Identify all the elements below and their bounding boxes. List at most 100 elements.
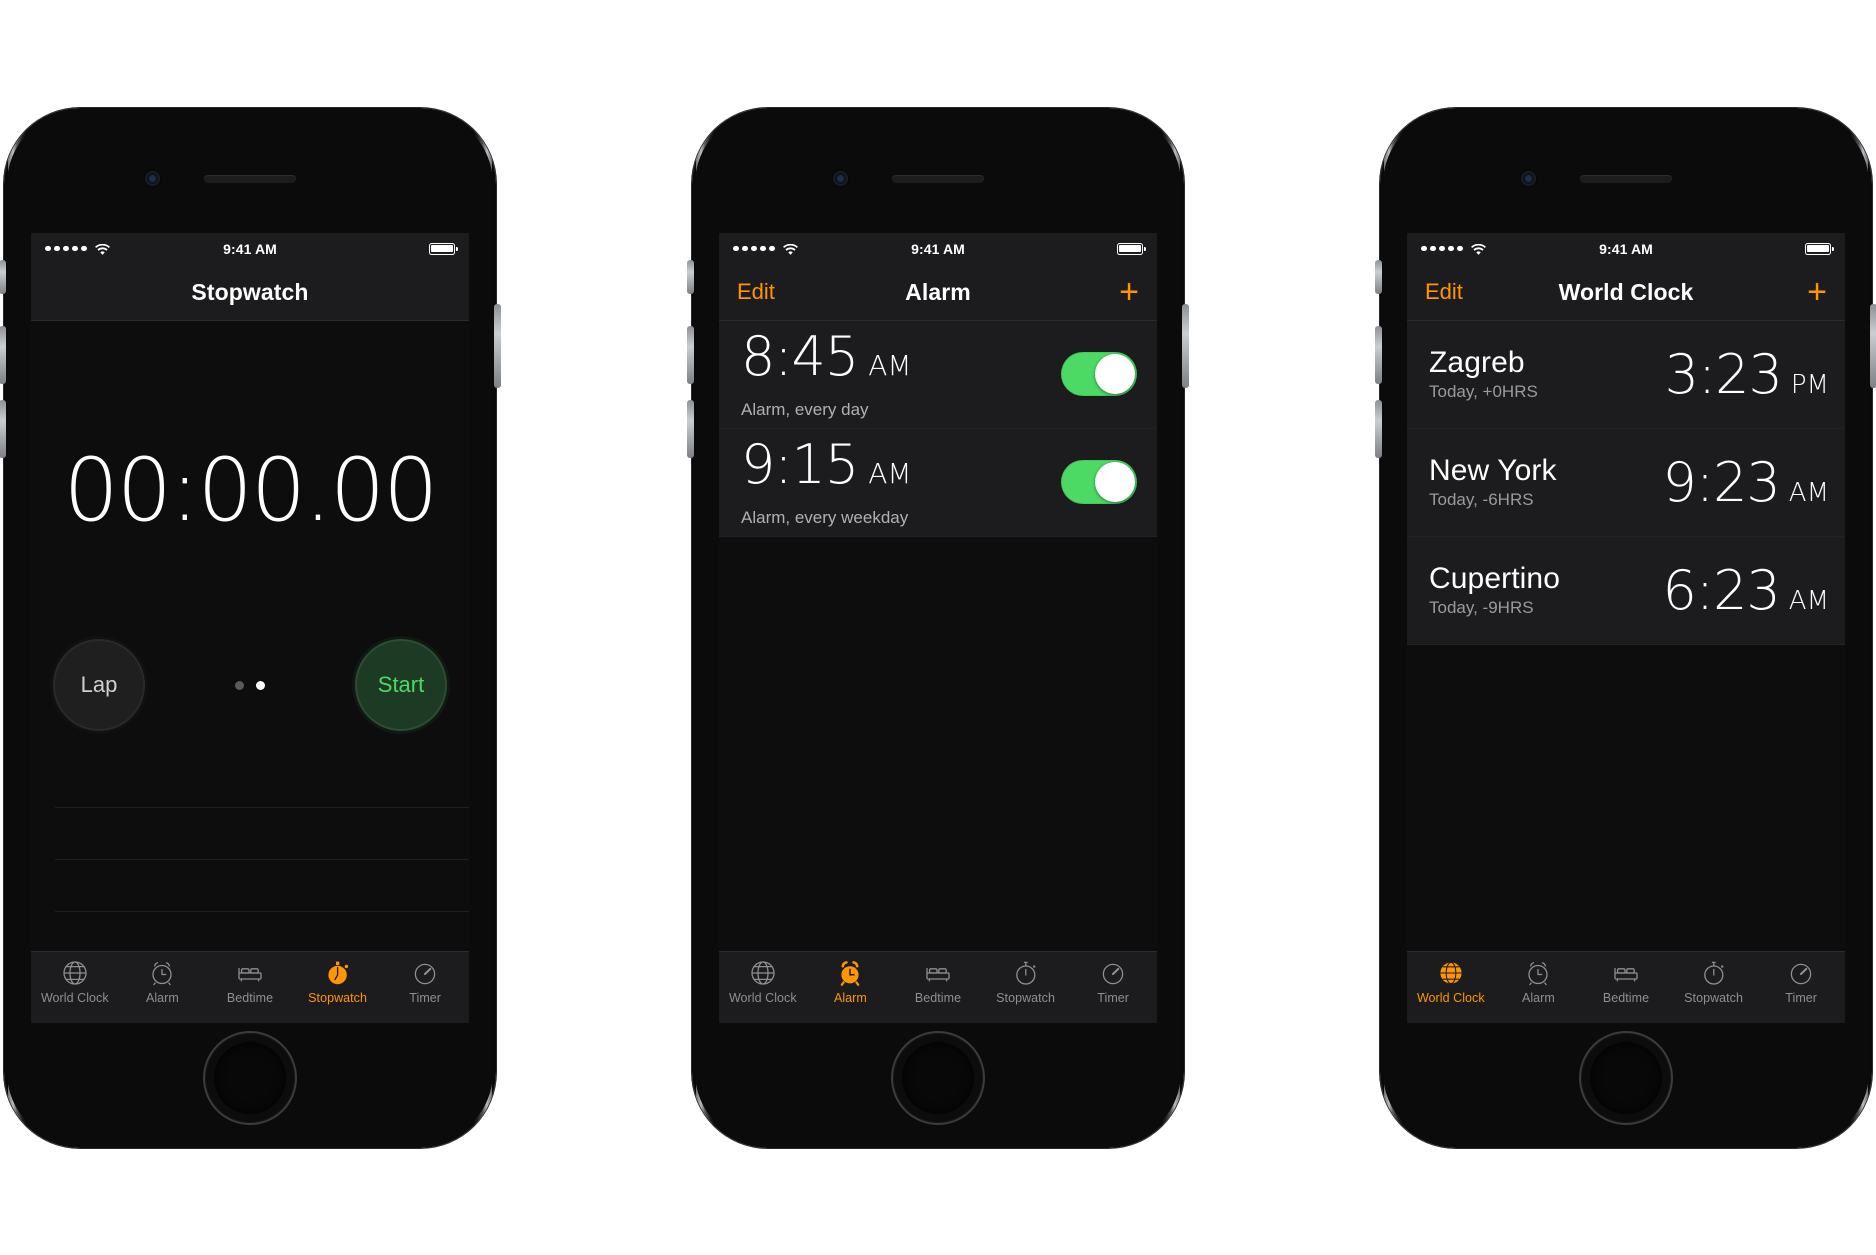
tab-bar: World Clock Alarm Bedtime Stopwatch Time… — [719, 950, 1157, 1023]
page-dot-2[interactable] — [256, 680, 265, 690]
volume-up-button[interactable] — [687, 325, 694, 384]
timer-icon — [410, 958, 440, 988]
tab-timer[interactable]: Timer — [1757, 958, 1845, 1005]
tab-stopwatch[interactable]: Stopwatch — [294, 958, 382, 1005]
home-button[interactable] — [205, 1032, 295, 1123]
tab-world-clock[interactable]: World Clock — [31, 958, 119, 1005]
alarm-toggle[interactable] — [1061, 352, 1137, 396]
alarm-toggle[interactable] — [1061, 460, 1137, 504]
mute-switch[interactable] — [0, 259, 6, 294]
tab-label: Timer — [1785, 990, 1818, 1005]
battery-icon — [1805, 242, 1834, 255]
timer-icon — [1098, 958, 1128, 988]
status-bar-clock: 9:41 AM — [223, 240, 277, 257]
tab-world-clock[interactable]: World Clock — [719, 958, 807, 1005]
toggle-knob — [1095, 354, 1135, 394]
edit-button[interactable]: Edit — [737, 279, 775, 305]
bed-icon — [235, 958, 265, 988]
tab-stopwatch[interactable]: Stopwatch — [982, 958, 1070, 1005]
timer-icon — [1786, 958, 1816, 988]
screen-world-clock: 9:41 AM Edit World Clock + Zagreb Today,… — [1407, 232, 1845, 1023]
world-clock-row[interactable]: Cupertino Today, -9HRS 6:23 AM — [1407, 536, 1845, 645]
city-name: Zagreb — [1429, 346, 1525, 379]
volume-down-button[interactable] — [1375, 399, 1382, 458]
power-button[interactable] — [1870, 303, 1876, 388]
alarm-row[interactable]: 9:15 AM Alarm, every weekday — [719, 428, 1157, 537]
lap-row-placeholder — [55, 912, 469, 951]
lap-row-placeholder — [55, 860, 469, 912]
stopwatch-display: 00:00.00 — [63, 438, 438, 541]
tab-bar: World Clock Alarm Bedtime Stopwatch Time… — [31, 950, 469, 1023]
tab-alarm[interactable]: Alarm — [807, 958, 895, 1005]
mute-switch[interactable] — [1375, 259, 1382, 294]
home-button[interactable] — [1581, 1032, 1671, 1123]
tab-label: World Clock — [1416, 990, 1485, 1005]
home-button[interactable] — [893, 1032, 983, 1123]
volume-up-button[interactable] — [0, 325, 6, 384]
tab-label: Bedtime — [1602, 990, 1650, 1005]
tab-label: Alarm — [833, 990, 867, 1005]
nav-bar: Edit Alarm + — [719, 264, 1157, 321]
nav-bar: Edit World Clock + — [1407, 264, 1845, 321]
volume-down-button[interactable] — [0, 399, 6, 458]
add-alarm-button[interactable]: + — [1119, 275, 1139, 309]
alarm-row-text: 9:15 AM Alarm, every weekday — [741, 432, 912, 528]
tab-alarm[interactable]: Alarm — [1495, 958, 1583, 1005]
page-dot-1[interactable] — [235, 680, 244, 690]
tab-bedtime[interactable]: Bedtime — [1582, 958, 1670, 1005]
tab-label: Bedtime — [914, 990, 962, 1005]
add-city-button[interactable]: + — [1807, 275, 1827, 309]
city-time: 9:23 AM — [1663, 451, 1829, 514]
status-bar-clock: 9:41 AM — [911, 240, 965, 257]
alarm-time-value: 9:15 — [741, 432, 859, 496]
bed-icon — [923, 958, 953, 988]
alarm-time-meridiem: AM — [868, 456, 912, 490]
stopwatch-icon — [323, 958, 353, 988]
iphone-device-world-clock: 9:41 AM Edit World Clock + Zagreb Today,… — [1375, 107, 1876, 1148]
status-bar: 9:41 AM — [719, 232, 1157, 265]
alarm-subtitle: Alarm, every weekday — [741, 507, 909, 527]
tab-stopwatch[interactable]: Stopwatch — [1670, 958, 1758, 1005]
volume-up-button[interactable] — [1375, 325, 1382, 384]
tab-timer[interactable]: Timer — [381, 958, 469, 1005]
tab-world-clock[interactable]: World Clock — [1407, 958, 1495, 1005]
city-offset: Today, -6HRS — [1429, 490, 1534, 509]
world-clock-row[interactable]: Zagreb Today, +0HRS 3:23 PM — [1407, 320, 1845, 429]
world-clock-list: Zagreb Today, +0HRS 3:23 PM New York Tod… — [1407, 320, 1845, 951]
world-clock-row[interactable]: New York Today, -6HRS 9:23 AM — [1407, 428, 1845, 537]
power-button[interactable] — [494, 303, 501, 388]
iphone-device-stopwatch: 9:41 AM Stopwatch 00:00.00 Lap Start Wor… — [0, 107, 501, 1148]
city-offset: Today, -9HRS — [1429, 598, 1534, 617]
mute-switch[interactable] — [687, 259, 694, 294]
status-bar-clock: 9:41 AM — [1599, 240, 1653, 257]
volume-down-button[interactable] — [687, 399, 694, 458]
toggle-knob — [1095, 462, 1135, 502]
edit-button[interactable]: Edit — [1425, 279, 1463, 305]
alarm-row[interactable]: 8:45 AM Alarm, every day — [719, 320, 1157, 429]
tab-alarm[interactable]: Alarm — [119, 958, 207, 1005]
battery-icon — [1117, 242, 1146, 255]
globe-icon — [60, 958, 90, 988]
tab-label: Stopwatch — [996, 990, 1055, 1005]
page-indicator[interactable] — [31, 680, 469, 690]
lap-row-placeholder — [55, 756, 469, 808]
tab-label: Timer — [1097, 990, 1130, 1005]
earpiece-speaker — [892, 174, 984, 183]
stopwatch-icon — [1011, 958, 1041, 988]
tab-bedtime[interactable]: Bedtime — [206, 958, 294, 1005]
alarm-row-text: 8:45 AM Alarm, every day — [741, 324, 912, 420]
city-time-value: 6:23 — [1662, 558, 1781, 622]
page-title: World Clock — [1558, 278, 1694, 305]
power-button[interactable] — [1182, 303, 1189, 388]
page-title: Alarm — [905, 278, 971, 305]
alarm-clock-icon — [835, 958, 865, 988]
tab-timer[interactable]: Timer — [1069, 958, 1157, 1005]
earpiece-speaker — [204, 174, 296, 183]
front-camera-icon — [1521, 170, 1536, 186]
city-time-value: 3:23 — [1664, 342, 1783, 406]
alarm-time-value: 8:45 — [741, 324, 859, 388]
nav-bar: Stopwatch — [31, 264, 469, 321]
tab-bedtime[interactable]: Bedtime — [894, 958, 982, 1005]
lap-row-placeholder — [55, 808, 469, 860]
tab-label: Alarm — [1521, 990, 1555, 1005]
